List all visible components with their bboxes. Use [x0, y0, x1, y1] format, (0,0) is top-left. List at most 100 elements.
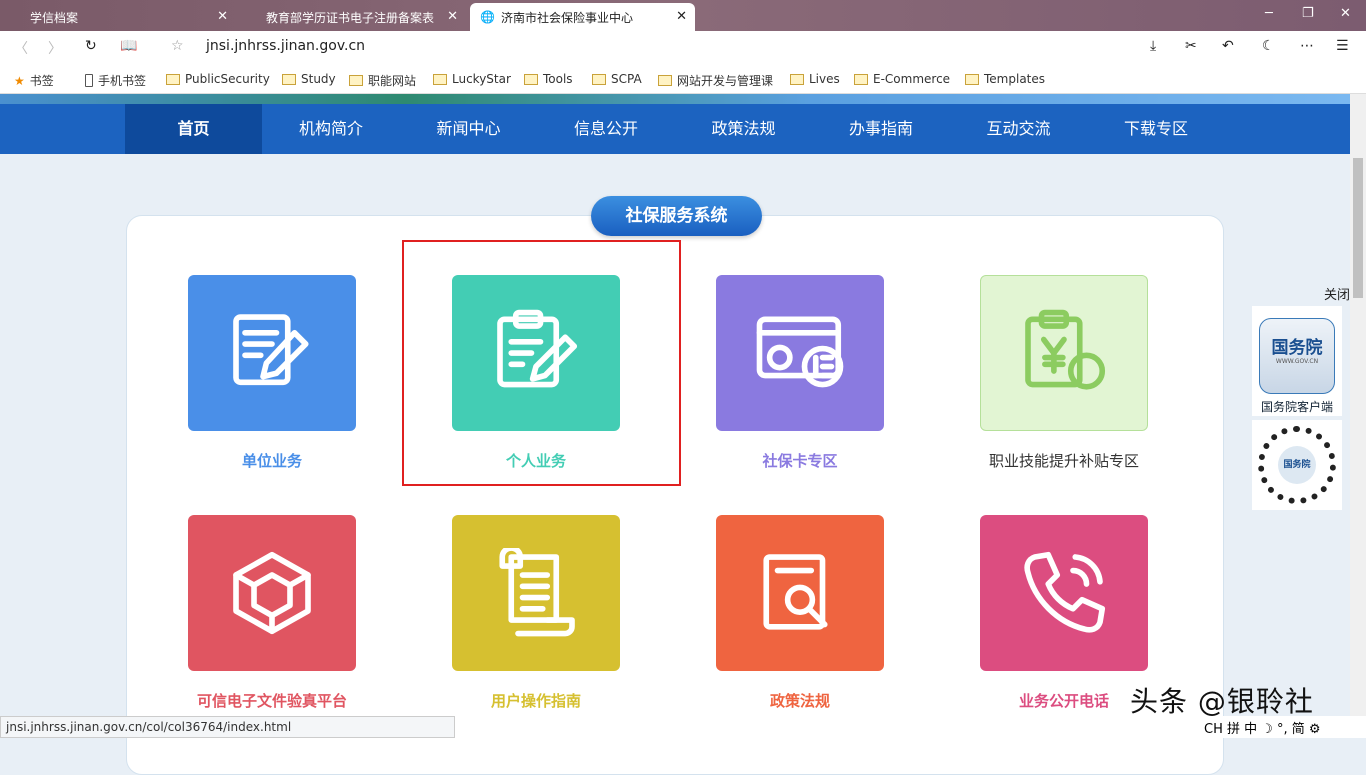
- scissors-icon[interactable]: ✂: [1185, 38, 1197, 54]
- qr-code[interactable]: 国务院: [1252, 420, 1342, 510]
- bookmark-item[interactable]: Tools: [524, 72, 573, 86]
- phone-icon: [1024, 551, 1106, 633]
- gov-app-card[interactable]: 国务院 WWW.GOV.CN 国务院客户端: [1252, 306, 1342, 416]
- service-label[interactable]: 社保卡专区: [670, 450, 930, 471]
- gov-app-logo: 国务院 WWW.GOV.CN: [1259, 318, 1335, 394]
- scroll-icon: [499, 548, 575, 637]
- bookmark-label: SCPA: [611, 72, 642, 86]
- bookmark-label: 书签: [29, 74, 54, 88]
- service-label[interactable]: 单位业务: [142, 450, 402, 471]
- ime-toolbar[interactable]: CH 拼 中 ☽ °, 简 ⚙: [1200, 716, 1366, 738]
- document-search-icon: [763, 554, 828, 630]
- reload-icon[interactable]: ↻: [85, 38, 97, 54]
- folder-icon: [282, 73, 296, 85]
- star-icon[interactable]: ☆: [171, 38, 184, 54]
- close-icon[interactable]: ✕: [217, 9, 228, 24]
- bookmark-item[interactable]: 网站开发与管理课: [658, 72, 776, 89]
- bookmark-item[interactable]: 职能网站: [349, 72, 416, 89]
- bookmark-label: 职能网站: [368, 74, 417, 88]
- nav-item[interactable]: 首页: [125, 104, 262, 154]
- qr-pattern: 国务院: [1258, 426, 1336, 504]
- status-bar-url: jnsi.jnhrss.jinan.gov.cn/col/col36764/in…: [0, 716, 455, 738]
- bookmark-label: 手机书签: [98, 74, 147, 88]
- folder-icon: [965, 73, 979, 85]
- service-label[interactable]: 政策法规: [670, 690, 930, 711]
- bookmark-item[interactable]: PublicSecurity: [166, 72, 270, 86]
- bookmark-item[interactable]: Study: [282, 72, 336, 86]
- folder-icon: [790, 73, 804, 85]
- bookmark-item[interactable]: E-Commerce: [854, 72, 950, 86]
- folder-icon: [592, 73, 606, 85]
- bookmark-item[interactable]: SCPA: [592, 72, 642, 86]
- undo-icon[interactable]: ↶: [1222, 38, 1234, 54]
- qr-center-label: 国务院: [1278, 446, 1316, 484]
- tab-jinan[interactable]: 🌐 济南市社会保险事业中心 ✕: [470, 3, 695, 31]
- close-icon[interactable]: ✕: [676, 9, 687, 24]
- tab-moe[interactable]: 教育部学历证书电子注册备案表 ✕: [244, 3, 466, 31]
- service-tile[interactable]: [980, 515, 1148, 671]
- folder-icon: [658, 75, 672, 86]
- nav-item[interactable]: 信息公开: [538, 104, 675, 154]
- close-link[interactable]: 关闭: [1252, 284, 1350, 303]
- folder-icon: [433, 73, 447, 85]
- bookmark-item[interactable]: Lives: [790, 72, 840, 86]
- service-label[interactable]: 职业技能提升补贴专区: [934, 450, 1194, 471]
- star-icon: ★: [14, 73, 25, 88]
- nav-item[interactable]: 下载专区: [1088, 104, 1225, 154]
- phone-device-icon: [85, 74, 93, 87]
- bookmark-label: E-Commerce: [873, 72, 951, 86]
- tab-label: 学信档案: [30, 10, 79, 25]
- service-tile[interactable]: [716, 275, 884, 431]
- bookmark-item[interactable]: ★ 书签: [14, 72, 54, 89]
- reader-icon[interactable]: 📖: [120, 38, 137, 54]
- folder-icon: [524, 73, 538, 85]
- download-icon[interactable]: ⤓: [1150, 38, 1156, 54]
- service-tile[interactable]: [980, 275, 1148, 431]
- bookmark-item[interactable]: 手机书签: [85, 72, 146, 89]
- bookmark-label: Lives: [809, 72, 840, 86]
- folder-icon: [854, 73, 868, 85]
- restore-icon[interactable]: ❐: [1302, 6, 1314, 21]
- url-input[interactable]: jnsi.jnhrss.jinan.gov.cn: [206, 38, 365, 54]
- gov-app-url: WWW.GOV.CN: [1275, 358, 1319, 365]
- side-panel: 关闭 国务院 WWW.GOV.CN 国务院客户端 国务院: [1252, 284, 1350, 510]
- close-icon[interactable]: ✕: [447, 9, 458, 24]
- bookmark-label: PublicSecurity: [185, 72, 270, 86]
- scrollbar-thumb[interactable]: [1353, 158, 1363, 298]
- bookmark-label: Templates: [984, 72, 1046, 86]
- service-label[interactable]: 可信电子文件验真平台: [142, 690, 402, 711]
- nav-item[interactable]: 新闻中心: [400, 104, 537, 154]
- bookmark-label: 网站开发与管理课: [677, 74, 774, 88]
- bookmark-item[interactable]: LuckyStar: [433, 72, 511, 86]
- bookmark-item[interactable]: Templates: [965, 72, 1045, 86]
- nav-item[interactable]: 办事指南: [813, 104, 950, 154]
- more-icon[interactable]: ⋯: [1300, 38, 1314, 54]
- service-tile[interactable]: [188, 275, 356, 431]
- bookmark-label: LuckyStar: [452, 72, 511, 86]
- back-icon[interactable]: 〈: [14, 38, 28, 58]
- watermark: 头条 @银聆社: [1130, 685, 1314, 718]
- cube-icon: [233, 551, 311, 635]
- scrollbar[interactable]: [1350, 94, 1366, 738]
- bookmark-label: Study: [301, 72, 336, 86]
- bookmark-label: Tools: [543, 72, 573, 86]
- tab-xuexin[interactable]: 学信档案 ✕: [8, 3, 236, 31]
- nav-item[interactable]: 互动交流: [950, 104, 1087, 154]
- menu-icon[interactable]: ☰: [1336, 38, 1349, 54]
- gov-app-caption: 国务院客户端: [1260, 400, 1333, 414]
- service-tile[interactable]: [452, 515, 620, 671]
- service-tile[interactable]: [188, 515, 356, 671]
- document-edit-icon: [233, 314, 309, 386]
- minimize-icon[interactable]: ─: [1265, 6, 1273, 21]
- night-icon[interactable]: ☾: [1262, 38, 1275, 54]
- forward-icon[interactable]: 〉: [48, 38, 62, 58]
- service-tile[interactable]: [716, 515, 884, 671]
- service-label[interactable]: 用户操作指南: [406, 690, 666, 711]
- tab-label: 教育部学历证书电子注册备案表: [266, 10, 435, 25]
- nav-item[interactable]: 政策法规: [675, 104, 812, 154]
- folder-icon: [166, 73, 180, 85]
- tab-strip: 学信档案 ✕ 教育部学历证书电子注册备案表 ✕ 🌐 济南市社会保险事业中心 ✕ ─ ❐ …: [0, 0, 1366, 31]
- nav-item[interactable]: 机构简介: [263, 104, 400, 154]
- header-banner: [0, 94, 1350, 104]
- close-window-icon[interactable]: ✕: [1340, 6, 1351, 21]
